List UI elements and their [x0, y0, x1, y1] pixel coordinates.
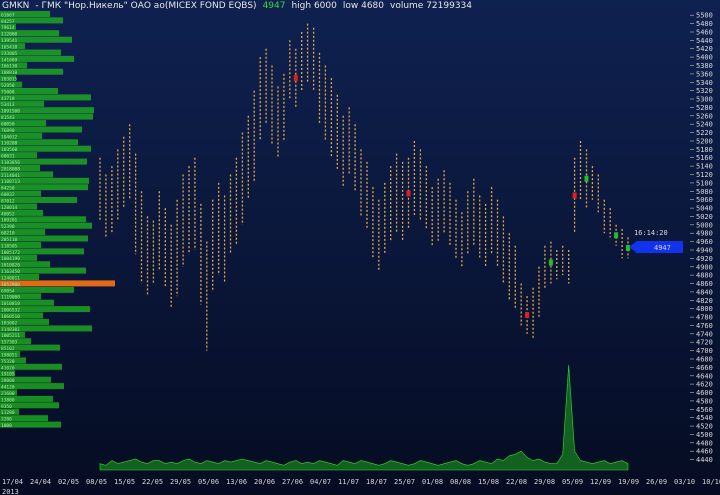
x-tick-label: 19/09 — [618, 478, 639, 486]
x-tick-label: 10/10 — [702, 478, 720, 486]
y-tick-label: 4920 — [696, 255, 713, 263]
y-tick-label: 5340 — [696, 79, 713, 87]
y-tick-label: 5280 — [696, 104, 713, 112]
y-tick-label: 4540 — [696, 414, 713, 422]
y-tick-label: 5440 — [696, 37, 713, 45]
y-tick-label: 5200 — [696, 138, 713, 146]
y-tick-label: 4740 — [696, 330, 713, 338]
x-tick-label: 13/06 — [226, 478, 247, 486]
x-tick-label: 04/07 — [310, 478, 331, 486]
y-tick-label: 5480 — [696, 20, 713, 28]
candle-body — [293, 75, 298, 82]
price-marker-label: 4947 — [654, 244, 671, 252]
y-tick-label: 4900 — [696, 263, 713, 271]
x-tick-label: 20/06 — [254, 478, 275, 486]
x-tick-label: 03/10 — [674, 478, 695, 486]
x-tick-label: 17/04 — [2, 478, 23, 486]
y-tick-label: 4940 — [696, 247, 713, 255]
x-tick-label: 22/08 — [506, 478, 527, 486]
y-tick-label: 4460 — [696, 448, 713, 456]
y-tick-label: 4860 — [696, 280, 713, 288]
y-tick-label: 4780 — [696, 314, 713, 322]
y-tick-label: 4680 — [696, 356, 713, 364]
y-tick-label: 4840 — [696, 288, 713, 296]
x-tick-label: 26/09 — [646, 478, 667, 486]
price-chart[interactable]: 6166784257796141128001395411654102330051… — [0, 0, 720, 495]
x-tick-label: 24/04 — [30, 478, 51, 486]
y-tick-label: 5320 — [696, 87, 713, 95]
y-tick-label: 5140 — [696, 163, 713, 171]
y-tick-label: 4520 — [696, 423, 713, 431]
y-tick-label: 4880 — [696, 272, 713, 280]
y-tick-label: 4980 — [696, 230, 713, 238]
x-tick-label: 29/08 — [534, 478, 555, 486]
x-tick-label: 08/05 — [86, 478, 107, 486]
y-tick-label: 5000 — [696, 221, 713, 229]
y-tick-label: 4580 — [696, 397, 713, 405]
x-tick-label: 05/09 — [562, 478, 583, 486]
x-tick-label: 25/07 — [394, 478, 415, 486]
candle-body — [572, 192, 577, 199]
y-tick-label: 4700 — [696, 347, 713, 355]
y-tick-label: 4660 — [696, 364, 713, 372]
y-tick-label: 5360 — [696, 70, 713, 78]
chart-window: GMKN - ГМК "Нор.Никель" ОАО ао(MICEX FOND… — [0, 0, 720, 495]
y-tick-label: 4820 — [696, 297, 713, 305]
time-marker: 16:14:20 — [634, 229, 668, 237]
y-tick-label: 5240 — [696, 121, 713, 129]
y-tick-label: 5080 — [696, 188, 713, 196]
x-tick-label: 15/08 — [478, 478, 499, 486]
y-tick-label: 4720 — [696, 339, 713, 347]
y-tick-label: 5220 — [696, 129, 713, 137]
y-tick-label: 5180 — [696, 146, 713, 154]
candle-body — [548, 259, 553, 266]
x-tick-label: 11/07 — [338, 478, 359, 486]
volume-area — [99, 364, 629, 471]
y-tick-label: 5380 — [696, 62, 713, 70]
y-tick-label: 5100 — [696, 179, 713, 187]
y-tick-label: 5020 — [696, 213, 713, 221]
candle-body — [525, 312, 530, 318]
y-tick-label: 4560 — [696, 406, 713, 414]
x-tick-label: 22/05 — [142, 478, 163, 486]
x-tick-label: 12/09 — [590, 478, 611, 486]
y-tick-label: 5400 — [696, 54, 713, 62]
year-label: 2013 — [2, 488, 19, 495]
y-tick-label: 4800 — [696, 305, 713, 313]
y-tick-label: 4620 — [696, 381, 713, 389]
x-tick-label: 27/06 — [282, 478, 303, 486]
y-tick-label: 4760 — [696, 322, 713, 330]
candle-body — [584, 175, 589, 182]
y-tick-label: 5060 — [696, 196, 713, 204]
y-tick-label: 5300 — [696, 96, 713, 104]
y-tick-label: 5420 — [696, 45, 713, 53]
y-tick-label: 5040 — [696, 205, 713, 213]
y-tick-label: 5120 — [696, 171, 713, 179]
volume-profile-label: 1000 — [1, 423, 12, 429]
y-tick-label: 4600 — [696, 389, 713, 397]
y-tick-label: 4960 — [696, 238, 713, 246]
y-tick-label: 5160 — [696, 154, 713, 162]
y-tick-label: 5460 — [696, 29, 713, 37]
x-tick-label: 29/05 — [170, 478, 191, 486]
y-tick-label: 4500 — [696, 431, 713, 439]
x-tick-label: 18/07 — [366, 478, 387, 486]
candle-body — [626, 244, 630, 251]
y-tick-label: 4640 — [696, 372, 713, 380]
y-tick-label: 4440 — [696, 456, 713, 464]
y-tick-label: 5260 — [696, 112, 713, 120]
candle-body — [614, 232, 619, 239]
candle-body — [406, 190, 411, 197]
x-tick-label: 05/06 — [198, 478, 219, 486]
x-tick-label: 15/05 — [114, 478, 135, 486]
x-tick-label: 08/08 — [450, 478, 471, 486]
y-tick-label: 5500 — [696, 12, 713, 20]
x-tick-label: 01/08 — [422, 478, 443, 486]
y-tick-label: 4480 — [696, 439, 713, 447]
x-tick-label: 02/05 — [58, 478, 79, 486]
